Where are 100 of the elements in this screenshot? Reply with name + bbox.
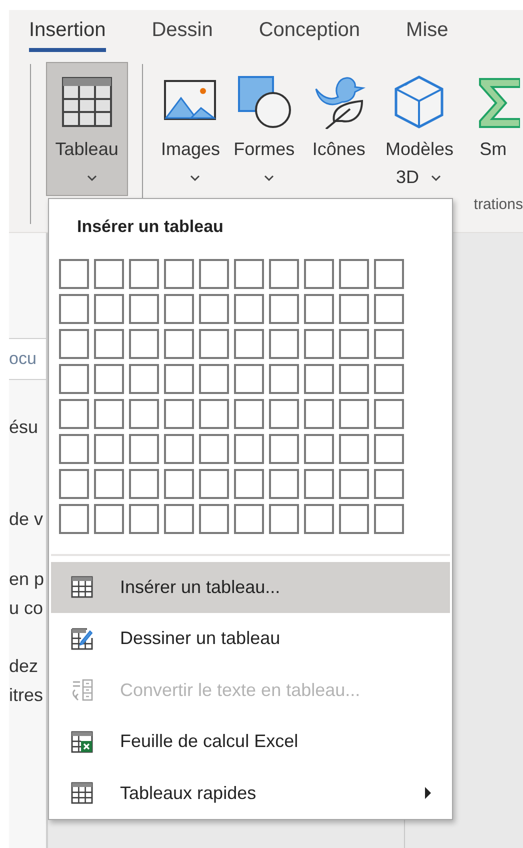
grid-cell[interactable]: [199, 294, 229, 324]
grid-cell[interactable]: [129, 504, 159, 534]
grid-cell[interactable]: [374, 364, 404, 394]
grid-cell[interactable]: [304, 434, 334, 464]
grid-cell[interactable]: [374, 504, 404, 534]
grid-cell[interactable]: [94, 328, 124, 359]
heading-text[interactable]: de v: [9, 507, 46, 531]
heading-text[interactable]: dez: [9, 654, 46, 678]
grid-cell[interactable]: [269, 504, 299, 534]
grid-cell[interactable]: [59, 504, 89, 534]
grid-cell[interactable]: [199, 258, 229, 289]
grid-cell[interactable]: [304, 398, 334, 429]
heading-text[interactable]: itres: [9, 683, 46, 707]
grid-cell[interactable]: [374, 468, 404, 499]
grid-cell[interactable]: [374, 434, 404, 464]
grid-cell[interactable]: [304, 328, 334, 359]
heading-text[interactable]: ésu: [9, 415, 46, 439]
grid-cell[interactable]: [129, 398, 159, 429]
grid-cell[interactable]: [94, 258, 124, 289]
grid-cell[interactable]: [234, 434, 264, 464]
grid-cell[interactable]: [339, 468, 369, 499]
grid-cell[interactable]: [234, 258, 264, 289]
grid-cell[interactable]: [59, 258, 89, 289]
grid-cell[interactable]: [374, 398, 404, 429]
grid-cell[interactable]: [269, 434, 299, 464]
grid-cell[interactable]: [59, 468, 89, 499]
grid-cell[interactable]: [94, 294, 124, 324]
grid-cell[interactable]: [339, 398, 369, 429]
heading-text[interactable]: en p: [9, 567, 46, 591]
grid-cell[interactable]: [164, 258, 194, 289]
grid-cell[interactable]: [234, 398, 264, 429]
ribbon-button[interactable]: Modèles 3D: [376, 62, 464, 196]
grid-cell[interactable]: [129, 294, 159, 324]
grid-cell[interactable]: [374, 328, 404, 359]
search-field[interactable]: ocu: [9, 338, 46, 380]
spreadsheet-icon: [71, 730, 93, 753]
grid-cell[interactable]: [269, 398, 299, 429]
table-icon: [71, 576, 93, 598]
grid-cell[interactable]: [199, 434, 229, 464]
grid-cell[interactable]: [234, 468, 264, 499]
grid-cell[interactable]: [304, 504, 334, 534]
grid-cell[interactable]: [164, 364, 194, 394]
grid-cell[interactable]: [339, 258, 369, 289]
ribbon-button[interactable]: Icônes: [302, 62, 376, 168]
grid-cell[interactable]: [269, 328, 299, 359]
grid-cell[interactable]: [339, 434, 369, 464]
ribbon-tab[interactable]: Mise: [406, 19, 448, 52]
grid-cell[interactable]: [339, 328, 369, 359]
grid-cell[interactable]: [304, 468, 334, 499]
grid-cell[interactable]: [234, 504, 264, 534]
grid-cell[interactable]: [59, 294, 89, 324]
grid-cell[interactable]: [304, 294, 334, 324]
grid-cell[interactable]: [94, 364, 124, 394]
grid-cell[interactable]: [199, 328, 229, 359]
ribbon-button[interactable]: Images: [154, 62, 226, 196]
grid-cell[interactable]: [164, 294, 194, 324]
grid-cell[interactable]: [164, 434, 194, 464]
grid-cell[interactable]: [234, 328, 264, 359]
grid-cell[interactable]: [199, 468, 229, 499]
grid-cell[interactable]: [269, 294, 299, 324]
ribbon-button[interactable]: Sm: [463, 62, 523, 168]
grid-cell[interactable]: [339, 364, 369, 394]
grid-cell[interactable]: [269, 364, 299, 394]
grid-cell[interactable]: [164, 398, 194, 429]
grid-cell[interactable]: [339, 294, 369, 324]
grid-cell[interactable]: [59, 398, 89, 429]
grid-cell[interactable]: [129, 328, 159, 359]
grid-cell[interactable]: [339, 504, 369, 534]
ribbon-button[interactable]: Formes: [226, 62, 302, 196]
grid-cell[interactable]: [269, 468, 299, 499]
grid-cell[interactable]: [164, 328, 194, 359]
grid-cell[interactable]: [129, 434, 159, 464]
heading-text[interactable]: u co: [9, 596, 46, 620]
ribbon-tab[interactable]: Dessin: [152, 19, 213, 52]
grid-cell[interactable]: [94, 434, 124, 464]
grid-cell[interactable]: [234, 294, 264, 324]
grid-cell[interactable]: [199, 504, 229, 534]
grid-cell[interactable]: [374, 258, 404, 289]
grid-cell[interactable]: [374, 294, 404, 324]
grid-cell[interactable]: [129, 258, 159, 289]
ribbon-tab[interactable]: Conception: [258, 19, 360, 52]
grid-cell[interactable]: [304, 364, 334, 394]
grid-cell[interactable]: [94, 504, 124, 534]
grid-cell[interactable]: [234, 364, 264, 394]
grid-cell[interactable]: [269, 258, 299, 289]
menu-item[interactable]: Insérer un tableau...: [51, 562, 450, 614]
grid-cell[interactable]: [94, 468, 124, 499]
grid-cell[interactable]: [94, 398, 124, 429]
ribbon-button[interactable]: Tableau: [46, 62, 128, 196]
grid-cell[interactable]: [164, 468, 194, 499]
grid-cell[interactable]: [59, 434, 89, 464]
table-pencil-icon: [71, 628, 93, 650]
grid-cell[interactable]: [129, 468, 159, 499]
grid-cell[interactable]: [59, 364, 89, 394]
grid-cell[interactable]: [199, 364, 229, 394]
grid-cell[interactable]: [129, 364, 159, 394]
grid-cell[interactable]: [164, 504, 194, 534]
grid-cell[interactable]: [199, 398, 229, 429]
grid-cell[interactable]: [59, 328, 89, 359]
grid-cell[interactable]: [304, 258, 334, 289]
